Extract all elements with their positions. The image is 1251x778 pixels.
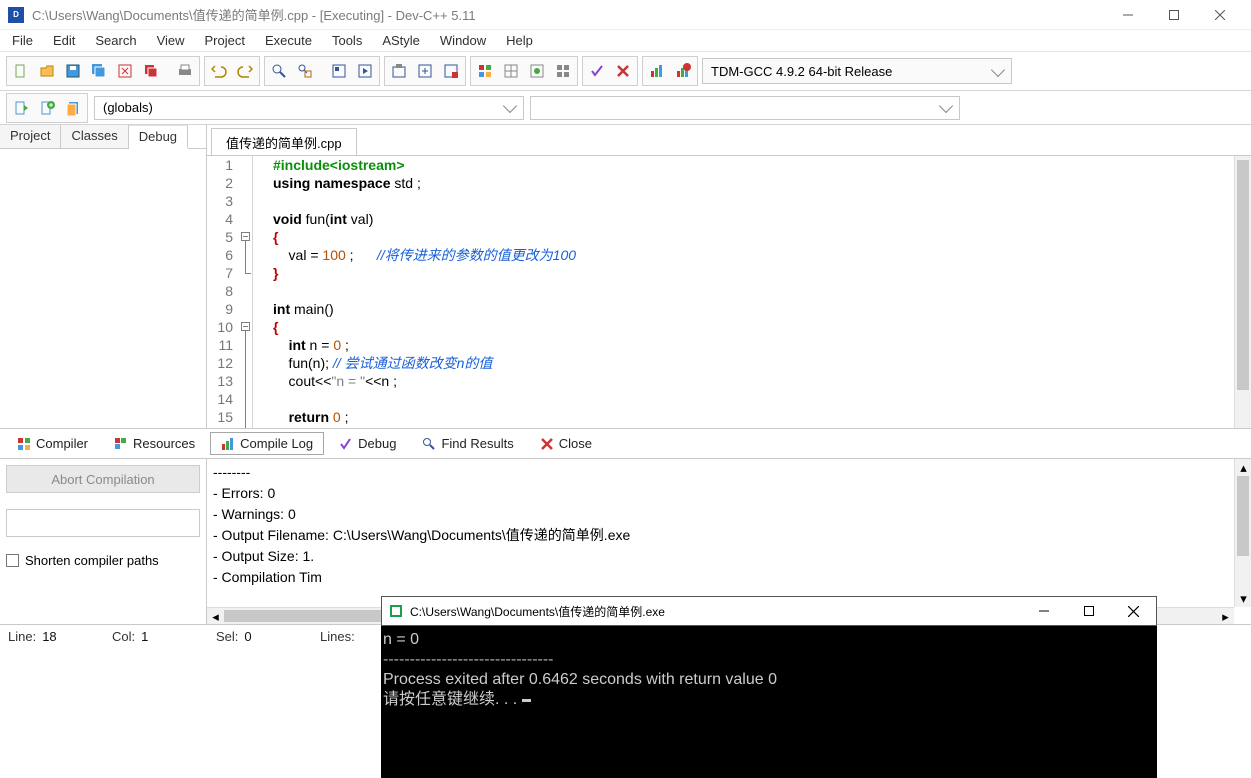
tab-resources[interactable]: Resources xyxy=(103,432,206,455)
menu-astyle[interactable]: AStyle xyxy=(372,31,430,50)
delete-profile-icon[interactable] xyxy=(671,59,695,83)
abort-compilation-button[interactable]: Abort Compilation xyxy=(6,465,200,493)
save-icon[interactable] xyxy=(61,59,85,83)
menu-edit[interactable]: Edit xyxy=(43,31,85,50)
menu-execute[interactable]: Execute xyxy=(255,31,322,50)
file-tab[interactable]: 值传递的简单例.cpp xyxy=(211,128,357,156)
scope-select[interactable]: (globals) xyxy=(94,96,524,120)
tab-close[interactable]: Close xyxy=(529,432,603,455)
scroll-right-icon[interactable]: ▸ xyxy=(1217,608,1234,625)
tab-find-results[interactable]: Find Results xyxy=(411,432,524,455)
console-minimize-button[interactable] xyxy=(1021,597,1066,625)
code-editor[interactable]: 1#include<iostream> 2using namespace std… xyxy=(207,155,1251,428)
checkbox-icon xyxy=(6,554,19,567)
tab-compiler[interactable]: Compiler xyxy=(6,432,99,455)
check-icon[interactable] xyxy=(585,59,609,83)
check-icon xyxy=(339,437,353,451)
resource-icon xyxy=(114,437,128,451)
toggle-bookmark-icon[interactable] xyxy=(61,96,85,120)
close-icon xyxy=(540,437,554,451)
scroll-down-icon[interactable]: ▾ xyxy=(1235,590,1251,607)
sidebar-tab-project[interactable]: Project xyxy=(0,125,61,148)
sidebar-tab-debug[interactable]: Debug xyxy=(129,125,188,149)
menu-file[interactable]: File xyxy=(2,31,43,50)
run-icon[interactable] xyxy=(353,59,377,83)
chevron-down-icon xyxy=(991,62,1005,76)
cross-icon[interactable] xyxy=(611,59,635,83)
editor-vscrollbar[interactable] xyxy=(1234,156,1251,428)
menu-search[interactable]: Search xyxy=(85,31,146,50)
compile-log-text[interactable]: -------- - Errors: 0 - Warnings: 0 - Out… xyxy=(207,459,1251,593)
new-file-icon[interactable] xyxy=(9,59,33,83)
compile-icon[interactable] xyxy=(327,59,351,83)
fold-icon[interactable] xyxy=(241,232,250,241)
close-button[interactable] xyxy=(1197,0,1243,30)
app-icon: D xyxy=(8,7,24,23)
grid-icon xyxy=(17,437,31,451)
bottom-tabs: Compiler Resources Compile Log Debug Fin… xyxy=(0,429,1251,459)
menu-view[interactable]: View xyxy=(147,31,195,50)
console-icon xyxy=(390,605,402,617)
log-left-panel: Abort Compilation Shorten compiler paths xyxy=(0,459,207,624)
sidebar-tab-classes[interactable]: Classes xyxy=(61,125,128,148)
window-title: C:\Users\Wang\Documents\值传递的简单例.cpp - [E… xyxy=(32,5,1105,24)
compile-run-icon[interactable] xyxy=(387,59,411,83)
sidebar: Project Classes Debug xyxy=(0,125,207,428)
grid4-icon[interactable] xyxy=(551,59,575,83)
tab-compile-log[interactable]: Compile Log xyxy=(210,432,324,455)
search-icon xyxy=(422,437,436,451)
debug-icon[interactable] xyxy=(439,59,463,83)
menu-tools[interactable]: Tools xyxy=(322,31,372,50)
cursor-icon xyxy=(522,699,531,702)
scope-select-value: (globals) xyxy=(103,100,153,115)
menu-window[interactable]: Window xyxy=(430,31,496,50)
fold-icon[interactable] xyxy=(241,322,250,331)
console-window: C:\Users\Wang\Documents\值传递的简单例.exe n = … xyxy=(381,596,1157,778)
console-close-button[interactable] xyxy=(1111,597,1156,625)
grid1-icon[interactable] xyxy=(473,59,497,83)
tab-debug[interactable]: Debug xyxy=(328,432,407,455)
compilation-method-select[interactable] xyxy=(6,509,200,537)
save-all-icon[interactable] xyxy=(87,59,111,83)
menu-help[interactable]: Help xyxy=(496,31,543,50)
menu-project[interactable]: Project xyxy=(195,31,255,50)
chevron-down-icon xyxy=(503,99,517,113)
toolbar-row-1: TDM-GCC 4.9.2 64-bit Release xyxy=(0,52,1251,91)
print-icon[interactable] xyxy=(173,59,197,83)
close-all-icon[interactable] xyxy=(139,59,163,83)
grid2-icon[interactable] xyxy=(499,59,523,83)
add-bookmark-icon[interactable] xyxy=(35,96,59,120)
log-vscrollbar[interactable]: ▴ ▾ xyxy=(1234,459,1251,607)
close-file-icon[interactable] xyxy=(113,59,137,83)
grid3-icon[interactable] xyxy=(525,59,549,83)
shorten-paths-checkbox[interactable]: Shorten compiler paths xyxy=(6,553,200,568)
scroll-left-icon[interactable]: ◂ xyxy=(207,608,224,625)
find-icon[interactable] xyxy=(267,59,291,83)
console-maximize-button[interactable] xyxy=(1066,597,1111,625)
console-output[interactable]: n = 0 -------------------------------- P… xyxy=(381,626,1157,714)
scroll-up-icon[interactable]: ▴ xyxy=(1235,459,1251,476)
member-select[interactable] xyxy=(530,96,960,120)
goto-icon[interactable] xyxy=(9,96,33,120)
compiler-select-value: TDM-GCC 4.9.2 64-bit Release xyxy=(711,64,892,79)
sidebar-body xyxy=(0,149,206,428)
replace-icon[interactable] xyxy=(293,59,317,83)
profile-icon[interactable] xyxy=(645,59,669,83)
chart-icon xyxy=(221,437,235,451)
minimize-button[interactable] xyxy=(1105,0,1151,30)
compiler-select[interactable]: TDM-GCC 4.9.2 64-bit Release xyxy=(702,58,1012,84)
toolbar-row-2: (globals) xyxy=(0,91,1251,125)
redo-icon[interactable] xyxy=(233,59,257,83)
menubar: File Edit Search View Project Execute To… xyxy=(0,30,1251,52)
undo-icon[interactable] xyxy=(207,59,231,83)
maximize-button[interactable] xyxy=(1151,0,1197,30)
chevron-down-icon xyxy=(939,99,953,113)
console-title: C:\Users\Wang\Documents\值传递的简单例.exe xyxy=(410,603,1021,620)
open-file-icon[interactable] xyxy=(35,59,59,83)
rebuild-icon[interactable] xyxy=(413,59,437,83)
